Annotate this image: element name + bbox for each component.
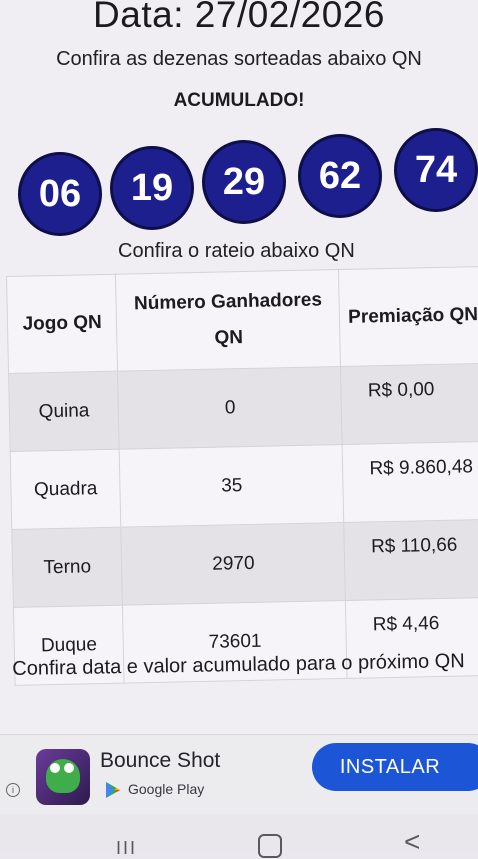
header-premiacao: Premiação QN xyxy=(338,266,478,367)
recent-apps-button[interactable]: III xyxy=(116,838,137,859)
table-header-row: Jogo QN Número Ganhadores QN Premiação Q… xyxy=(6,266,478,374)
cell-jogo: Quadra xyxy=(10,449,122,530)
back-button[interactable]: < xyxy=(404,826,420,858)
eye-icon xyxy=(50,763,60,773)
ad-store-label: Google Play xyxy=(128,781,205,797)
cell-jogo: Quina xyxy=(8,371,120,452)
accumulated-status: ACUMULADO! xyxy=(173,90,305,111)
number-ball: 74 xyxy=(394,128,478,212)
cell-ganhadores: 35 xyxy=(119,444,345,528)
next-draw-info: Confira data e valor acumulado para o pr… xyxy=(12,650,465,680)
number-ball: 19 xyxy=(110,146,194,230)
table-row: Terno 2970 R$ 110,66 xyxy=(11,519,478,608)
header-jogo: Jogo QN xyxy=(6,274,118,374)
number-ball: 29 xyxy=(202,140,286,224)
rateio-title: Confira o rateio abaixo QN xyxy=(118,240,355,262)
draw-date-title: Data: 27/02/2026 xyxy=(93,0,385,35)
table-row: Quadra 35 R$ 9.860,48 xyxy=(10,441,478,530)
install-button[interactable]: INSTALAR xyxy=(312,743,478,791)
cell-premiacao: R$ 110,66 xyxy=(344,519,478,601)
rateio-table: Jogo QN Número Ganhadores QN Premiação Q… xyxy=(6,266,478,686)
system-nav-bar: III < xyxy=(0,814,478,858)
drawn-numbers: 06 19 29 62 74 xyxy=(0,128,478,236)
number-ball: 06 xyxy=(18,152,102,236)
cell-ganhadores: 0 xyxy=(117,366,343,450)
eye-icon xyxy=(64,763,74,773)
ad-app-name[interactable]: Bounce Shot xyxy=(100,749,220,773)
cell-premiacao: R$ 0,00 xyxy=(340,363,478,445)
cell-premiacao: R$ 9.860,48 xyxy=(342,441,478,523)
header-ganhadores: Número Ganhadores QN xyxy=(115,269,341,372)
ad-info-icon[interactable]: i xyxy=(6,783,20,797)
ad-banner[interactable]: Bounce Shot Google Play i INSTALAR xyxy=(0,734,478,815)
app-icon[interactable] xyxy=(36,749,90,805)
cell-ganhadores: 2970 xyxy=(121,522,346,606)
home-button[interactable] xyxy=(258,834,282,858)
cell-jogo: Terno xyxy=(11,527,123,608)
screen: Data: 27/02/2026 Confira as dezenas sort… xyxy=(0,0,478,858)
numbers-subtitle: Confira as dezenas sorteadas abaixo QN xyxy=(56,48,422,70)
google-play-icon xyxy=(106,782,120,798)
table-row: Quina 0 R$ 0,00 xyxy=(8,363,478,452)
number-ball: 62 xyxy=(298,134,382,218)
